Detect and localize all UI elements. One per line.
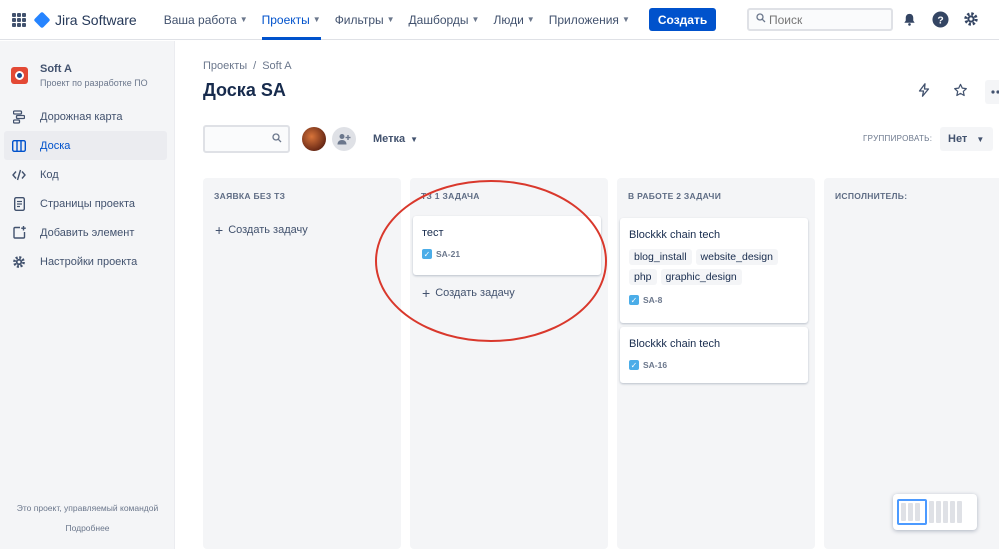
chevron-down-icon: ▼: [526, 15, 535, 24]
sidebar-item-label: Страницы проекта: [40, 197, 135, 210]
global-search[interactable]: [747, 8, 893, 31]
notifications-icon[interactable]: [900, 10, 918, 28]
nav-filters[interactable]: Фильтры ▼: [328, 0, 402, 40]
logo-text: Jira Software: [55, 11, 137, 28]
project-sidebar: Soft A Проект по разработке ПО Дорожная …: [0, 41, 175, 549]
create-issue-label: Создать задачу: [228, 224, 308, 236]
issue-card[interactable]: Blockkk chain tech blog_install website_…: [620, 218, 808, 323]
plus-icon: +: [215, 222, 224, 238]
nav-people[interactable]: Люди ▼: [486, 0, 541, 40]
search-icon: [272, 133, 282, 146]
board-column: ЗАЯВКА БЕЗ ТЗ + Создать задачу: [203, 178, 401, 549]
add-people-icon[interactable]: [332, 127, 356, 151]
jira-logo-icon: [33, 11, 51, 28]
issue-label[interactable]: php: [629, 269, 657, 285]
settings-icon[interactable]: [962, 10, 980, 28]
sidebar-footer-text: Это проект, управляемый командой: [16, 503, 159, 513]
group-by-label: ГРУППИРОВАТЬ:: [863, 134, 933, 143]
board-icon: [11, 139, 27, 152]
sidebar-item-label: Добавить элемент: [40, 226, 135, 239]
group-by-select[interactable]: Нет ▼: [940, 127, 993, 151]
nav-label: Приложения: [548, 12, 619, 27]
sidebar-item-board[interactable]: Доска: [4, 131, 167, 160]
sidebar-item-add-item[interactable]: Добавить элемент: [4, 218, 167, 247]
chevron-down-icon: ▼: [239, 15, 248, 24]
chevron-down-icon: ▼: [410, 135, 419, 144]
project-avatar: [11, 67, 28, 84]
annotation-circle: [375, 180, 607, 342]
board-minimap[interactable]: [893, 494, 977, 530]
search-icon: [753, 13, 769, 26]
svg-text:?: ?: [937, 15, 943, 26]
user-avatar[interactable]: [302, 127, 326, 151]
issue-key: SA-16: [643, 360, 668, 370]
column-title: ЗАЯВКА БЕЗ ТЗ: [214, 191, 286, 201]
chevron-down-icon: ▼: [386, 15, 395, 24]
column-title: В РАБОТЕ 2 ЗАДАЧИ: [628, 191, 722, 201]
board-filter-bar: Метка ▼ ГРУППИРОВАТЬ: Нет ▼: [203, 125, 993, 155]
story-checkbox-icon: ✓: [629, 360, 639, 370]
issue-title: Blockkk chain tech: [629, 338, 721, 350]
more-actions-button[interactable]: [985, 80, 999, 104]
issue-label[interactable]: website_design: [695, 249, 778, 265]
story-checkbox-icon: ✓: [629, 295, 639, 305]
sidebar-item-label: Настройки проекта: [40, 255, 138, 268]
minimap-viewport[interactable]: [897, 499, 927, 525]
add-item-icon: [11, 226, 27, 239]
project-name: Soft A: [40, 63, 72, 75]
board-search-input[interactable]: [203, 125, 290, 153]
project-description: Проект по разработке ПО: [40, 78, 148, 88]
create-issue-button[interactable]: + Создать задачу: [215, 223, 308, 237]
search-input[interactable]: [769, 12, 879, 27]
pages-icon: [11, 196, 27, 211]
lightning-icon[interactable]: [913, 80, 935, 100]
issue-label[interactable]: graphic_design: [660, 269, 742, 285]
nav-apps[interactable]: Приложения ▼: [542, 0, 637, 40]
nav-projects[interactable]: Проекты ▼: [255, 0, 328, 40]
nav-label: Фильтры: [334, 12, 384, 27]
sidebar-item-label: Доска: [40, 139, 71, 152]
column-title: ИСПОЛНИТЕЛЬ:: [835, 191, 908, 201]
roadmap-icon: [11, 109, 27, 124]
sidebar-item-label: Код: [40, 168, 59, 181]
sidebar-item-code[interactable]: Код: [4, 160, 167, 189]
issue-card[interactable]: Blockkk chain tech ✓ SA-16: [620, 327, 808, 383]
issue-key: SA-8: [643, 295, 663, 305]
board-column: В РАБОТЕ 2 ЗАДАЧИ Blockkk chain tech blo…: [617, 178, 815, 549]
chevron-down-icon: ▼: [471, 15, 480, 24]
settings-icon: [11, 255, 27, 269]
label-filter-text: Метка: [373, 133, 406, 145]
jira-logo[interactable]: Jira Software: [33, 11, 137, 28]
nav-label: Ваша работа: [163, 12, 237, 27]
breadcrumb-projects[interactable]: Проекты: [203, 60, 247, 72]
chevron-down-icon: ▼: [312, 15, 321, 24]
chevron-down-icon: ▼: [976, 134, 985, 144]
breadcrumb: Проекты / Soft A: [203, 60, 292, 72]
sidebar-item-project-pages[interactable]: Страницы проекта: [4, 189, 167, 218]
issue-label[interactable]: blog_install: [629, 249, 692, 265]
page-title: Доска SA: [203, 80, 286, 100]
sidebar-item-project-settings[interactable]: Настройки проекта: [4, 247, 167, 276]
breadcrumb-project[interactable]: Soft A: [262, 60, 291, 72]
create-button[interactable]: Создать: [648, 8, 717, 31]
sidebar-item-label: Дорожная карта: [40, 110, 123, 123]
nav-label: Проекты: [261, 12, 310, 27]
help-icon[interactable]: ?: [931, 10, 949, 28]
nav-dashboards[interactable]: Дашборды ▼: [402, 0, 487, 40]
nav-your-work[interactable]: Ваша работа ▼: [157, 0, 255, 40]
nav-label: Дашборды: [408, 12, 469, 27]
code-icon: [11, 169, 27, 181]
learn-more-link[interactable]: Подробнее: [0, 523, 175, 533]
issue-title: Blockkk chain tech: [629, 229, 721, 241]
app-switcher-icon[interactable]: [12, 12, 26, 27]
project-header[interactable]: Soft A Проект по разработке ПО: [11, 63, 174, 88]
chevron-down-icon: ▼: [621, 15, 630, 24]
group-by-value: Нет: [948, 133, 968, 145]
star-icon[interactable]: [949, 80, 971, 100]
nav-label: Люди: [493, 12, 524, 27]
label-filter-dropdown[interactable]: Метка ▼: [373, 133, 418, 145]
sidebar-item-roadmap[interactable]: Дорожная карта: [4, 102, 167, 131]
